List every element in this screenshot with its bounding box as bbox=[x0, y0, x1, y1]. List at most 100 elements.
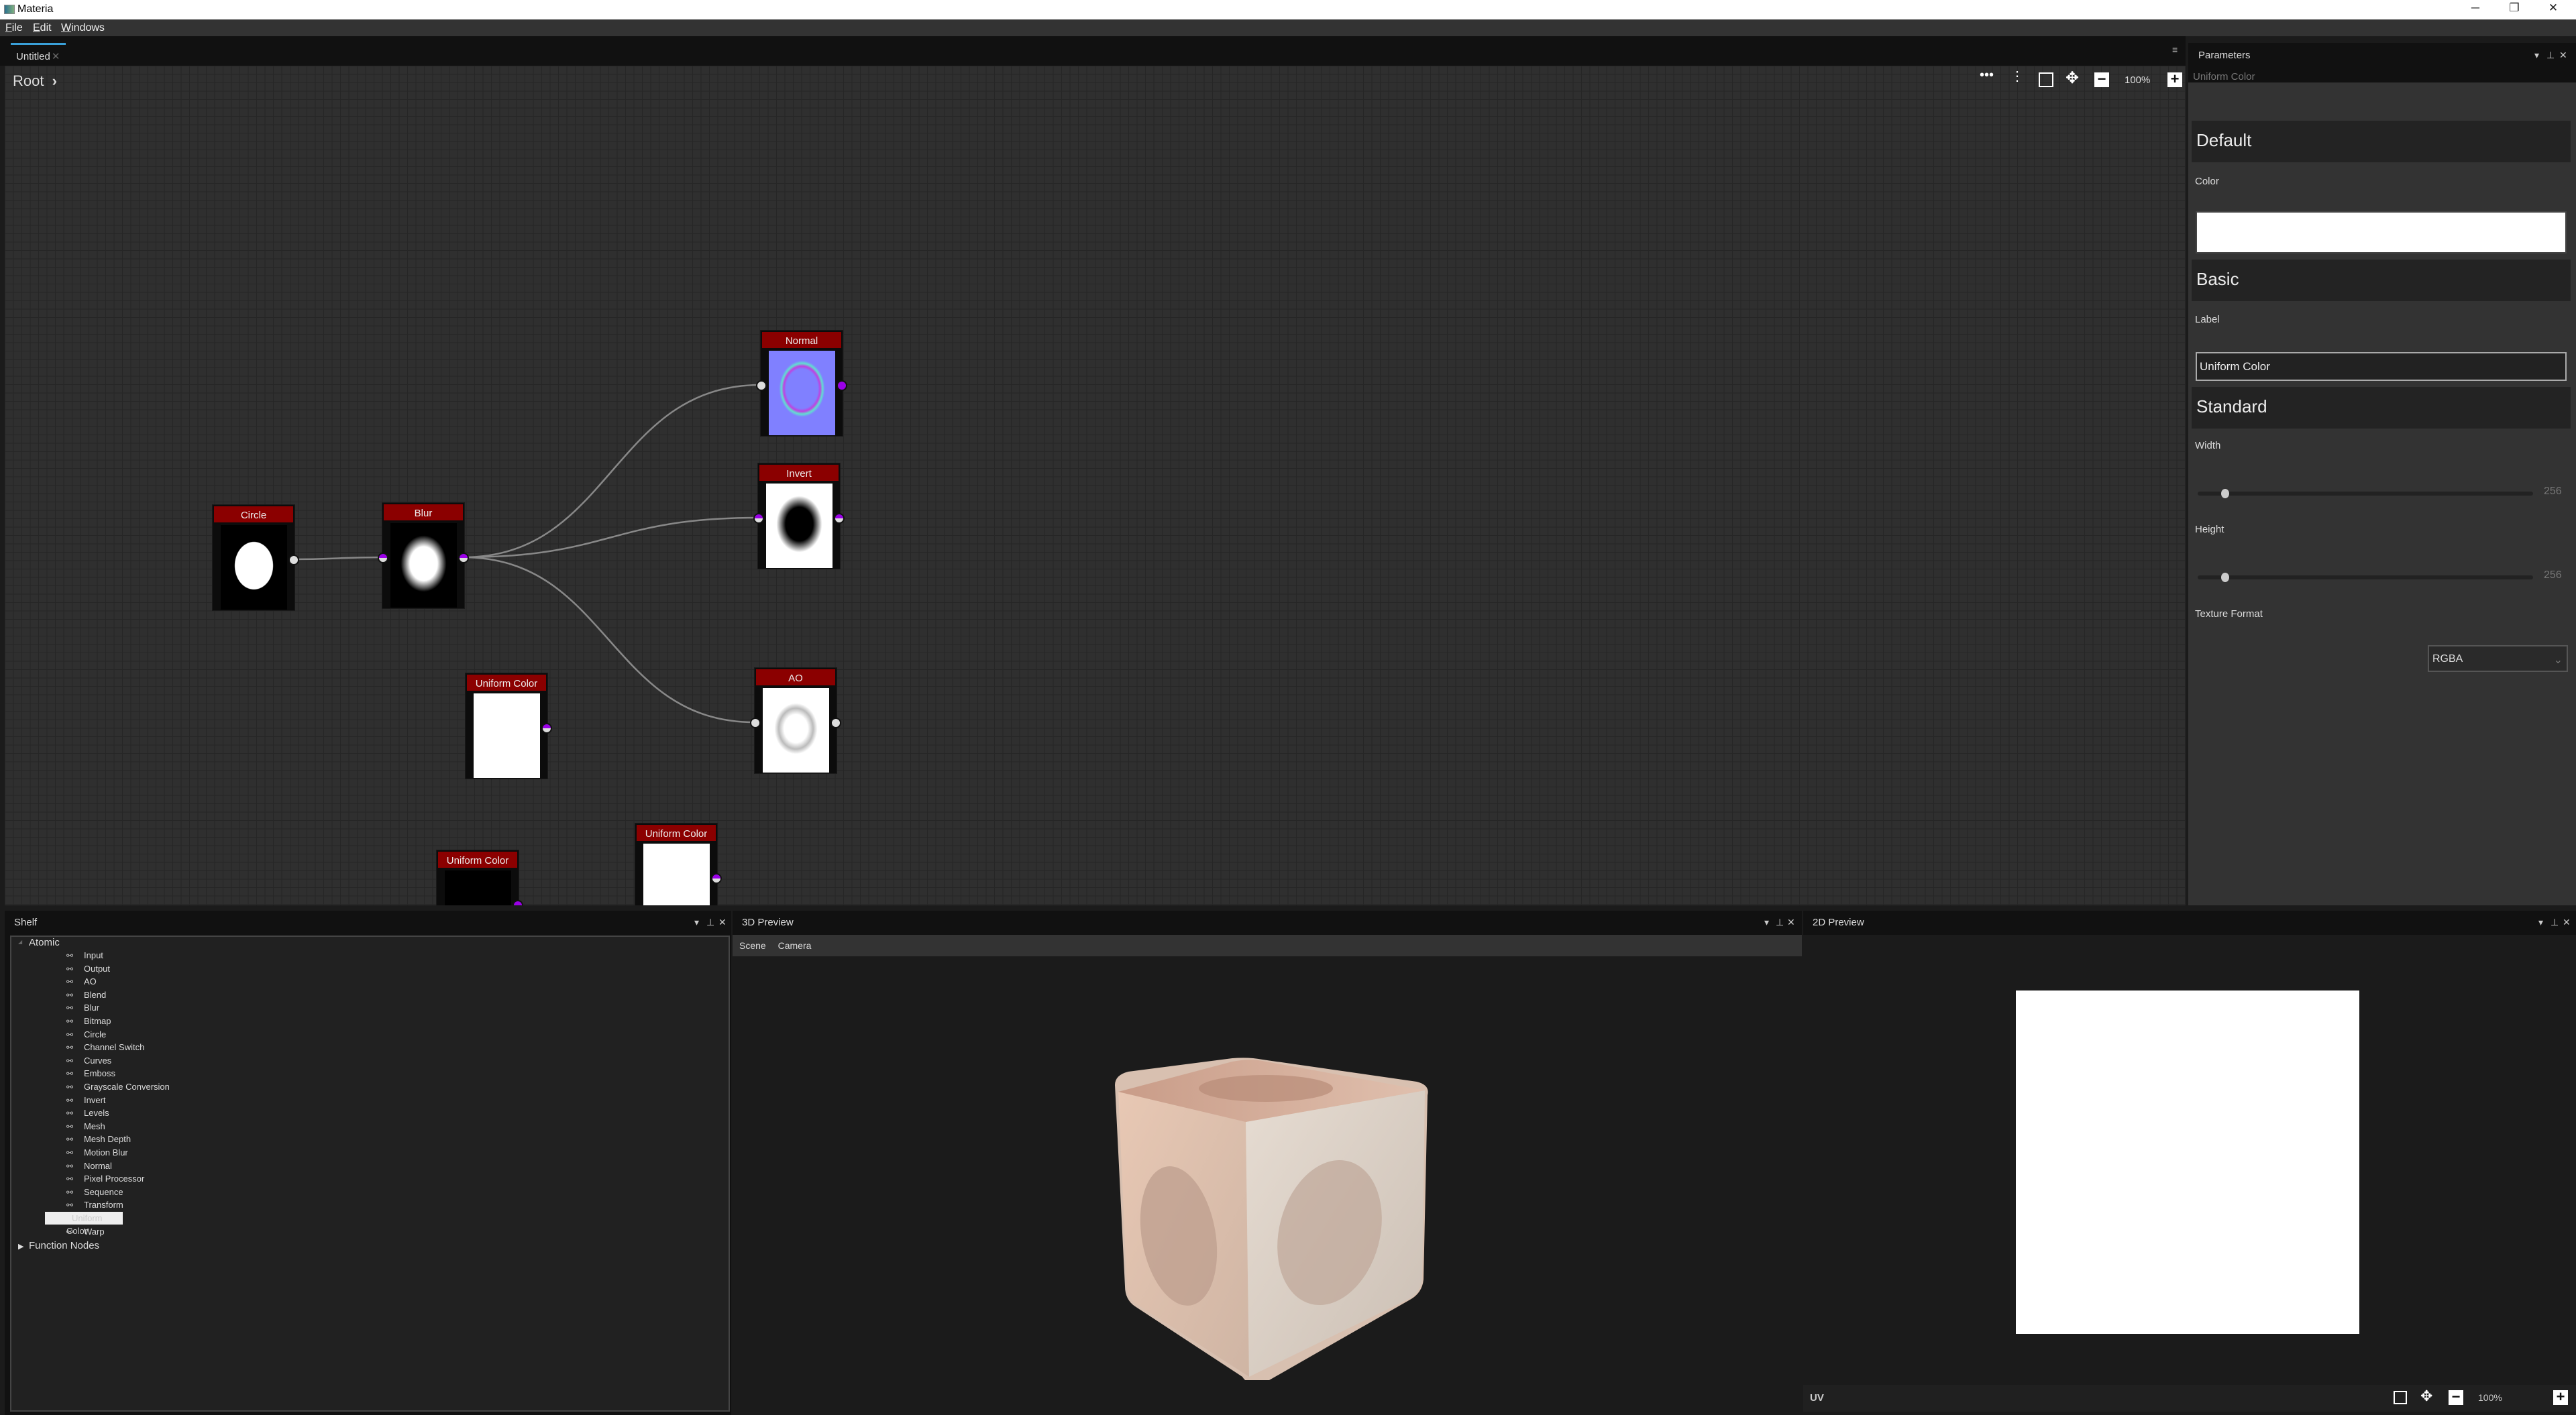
node-title[interactable]: Uniform Color bbox=[635, 824, 717, 842]
shelf-item[interactable]: ⚯ Mesh bbox=[66, 1120, 105, 1133]
shelf-item[interactable]: Uniform Color bbox=[45, 1212, 123, 1236]
input-port[interactable] bbox=[753, 513, 764, 524]
node-title[interactable]: Uniform Color bbox=[466, 673, 547, 692]
node-title[interactable]: Invert bbox=[758, 463, 840, 482]
panel-menu-icon[interactable]: ▾ bbox=[1764, 917, 1769, 928]
output-port[interactable] bbox=[837, 380, 847, 391]
close-icon[interactable]: ✕ bbox=[718, 917, 727, 928]
width-slider[interactable] bbox=[2198, 489, 2533, 498]
app-icon bbox=[4, 5, 15, 14]
node-title[interactable]: AO bbox=[755, 668, 837, 687]
close-icon[interactable]: ✕ bbox=[2559, 50, 2567, 61]
node-title[interactable]: Blur bbox=[382, 503, 464, 522]
shelf-item-label: Channel Switch bbox=[84, 1042, 145, 1053]
output-port[interactable] bbox=[834, 513, 845, 524]
shelf-item[interactable]: ⚯ AO bbox=[66, 975, 97, 988]
tree-group-atomic[interactable]: Atomic bbox=[29, 937, 60, 948]
shelf-item[interactable]: ⚯ Output bbox=[66, 962, 110, 975]
panel-menu-icon[interactable]: ▾ bbox=[694, 917, 699, 928]
output-port[interactable] bbox=[541, 723, 552, 734]
label-input[interactable]: Uniform Color bbox=[2196, 352, 2567, 381]
shelf-item[interactable]: ⚯ Circle bbox=[66, 1028, 106, 1041]
close-icon[interactable]: ✕ bbox=[1787, 917, 1795, 928]
node-normal[interactable]: Normal bbox=[756, 330, 847, 437]
expand-triangle-icon[interactable]: ▶ bbox=[18, 1242, 23, 1251]
shelf-item[interactable]: ⚯ Normal bbox=[66, 1159, 112, 1172]
shelf-item[interactable]: ⚯ Invert bbox=[66, 1094, 106, 1107]
width-slider-handle[interactable] bbox=[2221, 489, 2229, 498]
tab-untitled[interactable]: Untitled ✕ bbox=[11, 43, 66, 66]
menu-windows[interactable]: Windows bbox=[61, 22, 105, 34]
close-button[interactable]: ✕ bbox=[2540, 1, 2567, 15]
input-port[interactable] bbox=[750, 718, 761, 728]
node-uc1[interactable]: Uniform Color bbox=[465, 673, 552, 779]
shelf-item[interactable]: ⚯ Pixel Processor bbox=[66, 1172, 144, 1185]
shelf-item[interactable]: ⚯ Curves bbox=[66, 1054, 111, 1067]
tree-group-function-nodes[interactable]: Function Nodes bbox=[29, 1240, 99, 1251]
output-port[interactable] bbox=[288, 555, 299, 565]
tab-close-icon[interactable]: ✕ bbox=[52, 51, 60, 62]
height-slider[interactable] bbox=[2198, 573, 2533, 582]
connection-blur-normal[interactable] bbox=[462, 384, 761, 559]
node-icon: ⚯ bbox=[66, 1056, 74, 1066]
pin-icon[interactable]: ⊥ bbox=[2546, 50, 2555, 61]
shelf-item[interactable]: ⚯ Sequence bbox=[66, 1186, 123, 1198]
panel-menu-icon[interactable]: ▾ bbox=[2538, 917, 2543, 928]
node-title[interactable]: Normal bbox=[761, 331, 843, 349]
input-port[interactable] bbox=[378, 553, 388, 563]
input-port[interactable] bbox=[756, 380, 767, 391]
minimize-button[interactable]: ─ bbox=[2462, 1, 2489, 15]
node-circle[interactable]: Circle bbox=[212, 504, 299, 611]
menu-edit[interactable]: Edit bbox=[33, 22, 52, 34]
menu-file[interactable]: File bbox=[5, 22, 23, 34]
zoom-out-icon[interactable]: − bbox=[2449, 1390, 2463, 1405]
cube-3d-view[interactable] bbox=[1095, 1045, 1444, 1380]
shelf-item[interactable]: ⚯ Motion Blur bbox=[66, 1146, 128, 1159]
collapse-triangle-icon[interactable]: ◢ bbox=[18, 939, 22, 945]
shelf-item[interactable]: ⚯ Mesh Depth bbox=[66, 1133, 131, 1145]
menu-scene[interactable]: Scene bbox=[739, 940, 766, 951]
pin-icon[interactable]: ⊥ bbox=[706, 917, 714, 928]
height-value: 256 bbox=[2544, 569, 2562, 581]
node-graph-canvas[interactable]: Root › ••• ⋮ ✥ − 100% + Circle Blur Normal… bbox=[5, 66, 2186, 905]
shelf-item[interactable]: ⚯ Emboss bbox=[66, 1067, 115, 1080]
shelf-item[interactable]: ⚯ Grayscale Conversion bbox=[66, 1080, 170, 1093]
pin-icon[interactable]: ⊥ bbox=[2551, 917, 2559, 928]
menu-camera[interactable]: Camera bbox=[778, 940, 812, 951]
panel-menu-icon[interactable]: ▾ bbox=[2534, 50, 2539, 61]
texture-preview-image[interactable] bbox=[2016, 990, 2359, 1334]
node-icon: ⚯ bbox=[66, 1043, 74, 1053]
node-uc2[interactable]: Uniform Color bbox=[436, 850, 523, 905]
tab-list-icon[interactable]: ≡ bbox=[2172, 44, 2178, 55]
node-blur[interactable]: Blur bbox=[378, 502, 469, 609]
connection-circle-blur[interactable] bbox=[292, 556, 383, 561]
shelf-item[interactable]: ⚯ Transform bbox=[66, 1198, 123, 1211]
restore-button[interactable]: ❐ bbox=[2501, 1, 2528, 15]
fit-view-icon[interactable] bbox=[2394, 1391, 2407, 1404]
shelf-item[interactable]: ⚯ Warp bbox=[66, 1225, 105, 1238]
zoom-in-icon[interactable]: + bbox=[2553, 1390, 2568, 1405]
shelf-item[interactable]: ⚯ Channel Switch bbox=[66, 1041, 144, 1054]
node-ao[interactable]: AO bbox=[750, 667, 841, 774]
pin-icon[interactable]: ⊥ bbox=[1776, 917, 1784, 928]
node-preview bbox=[763, 688, 829, 773]
color-swatch[interactable] bbox=[2196, 211, 2567, 253]
node-uc3[interactable]: Uniform Color bbox=[635, 823, 722, 905]
shelf-item[interactable]: ⚯ Blur bbox=[66, 1001, 99, 1014]
output-port[interactable] bbox=[711, 873, 722, 884]
shelf-item[interactable]: ⚯ Input bbox=[66, 949, 103, 962]
node-title[interactable]: Uniform Color bbox=[437, 850, 519, 869]
shelf-item[interactable]: ⚯ Bitmap bbox=[66, 1015, 111, 1027]
move-icon[interactable]: ✥ bbox=[2420, 1388, 2432, 1405]
uv-toggle[interactable]: UV bbox=[1810, 1392, 1824, 1404]
height-slider-handle[interactable] bbox=[2221, 573, 2229, 582]
shelf-item[interactable]: ⚯ Blend bbox=[66, 988, 106, 1001]
output-port[interactable] bbox=[830, 718, 841, 728]
shelf-tree[interactable]: ◢ Atomic ▶ Function Nodes ⚯ Input ⚯ Output ⚯… bbox=[10, 936, 730, 1412]
node-title[interactable]: Circle bbox=[213, 505, 294, 524]
shelf-item[interactable]: ⚯ Levels bbox=[66, 1107, 109, 1119]
node-invert[interactable]: Invert bbox=[753, 463, 845, 569]
output-port[interactable] bbox=[458, 553, 469, 563]
texture-format-select[interactable]: RGBA ⌄ bbox=[2428, 645, 2568, 672]
close-icon[interactable]: ✕ bbox=[2563, 917, 2571, 928]
